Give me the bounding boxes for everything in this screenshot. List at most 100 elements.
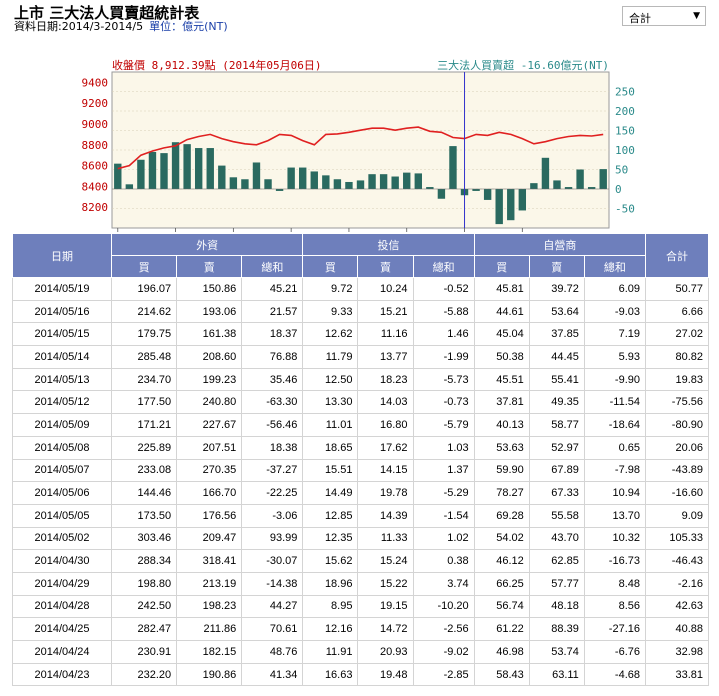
cell-total: 19.83 bbox=[645, 367, 709, 392]
cell-trust-sell: 15.21 bbox=[357, 299, 414, 324]
left-axis-ticks: 8200 8400 8600 8800 9000 9200 9400 bbox=[82, 76, 109, 214]
cell-foreign-sell: 270.35 bbox=[176, 458, 243, 483]
net-buy-bar bbox=[599, 169, 607, 189]
left-tick-label: 9200 bbox=[82, 97, 109, 110]
cell-trust-sell: 14.39 bbox=[357, 503, 414, 528]
sub-sell: 賣 bbox=[528, 255, 585, 278]
cell-dealer-sell: 88.39 bbox=[528, 617, 585, 641]
chevron-down-icon: ▼ bbox=[693, 11, 700, 21]
cell-trust-sell: 20.93 bbox=[357, 640, 414, 664]
cell-total: -80.90 bbox=[645, 413, 709, 437]
cell-trust-sell: 11.16 bbox=[357, 322, 414, 347]
cell-dealer-buy: 45.81 bbox=[473, 277, 530, 301]
net-buy-bar bbox=[183, 144, 191, 189]
net-buy-bar bbox=[310, 171, 318, 189]
cell-dealer-net: 8.48 bbox=[583, 571, 647, 596]
cell-total: 9.09 bbox=[645, 503, 709, 528]
cell-trust-buy: 12.35 bbox=[302, 526, 359, 551]
cell-dealer-sell: 62.85 bbox=[528, 549, 585, 573]
cell-trust-buy: 9.33 bbox=[302, 299, 359, 324]
table-row: 2014/05/09 171.21 227.67 -56.46 11.01 16.80 -5… bbox=[12, 413, 709, 437]
cell-foreign-buy: 288.34 bbox=[110, 549, 178, 573]
cell-foreign-net: 45.21 bbox=[241, 277, 304, 301]
net-buy-bar bbox=[322, 175, 330, 189]
cell-foreign-buy: 196.07 bbox=[110, 277, 178, 301]
net-buy-bar bbox=[391, 176, 399, 189]
cell-total: -75.56 bbox=[645, 390, 709, 415]
cell-foreign-sell: 209.47 bbox=[176, 526, 243, 551]
cell-trust-buy: 11.91 bbox=[302, 640, 359, 664]
cell-dealer-net: -18.64 bbox=[583, 413, 647, 437]
cell-foreign-net: 70.61 bbox=[241, 617, 304, 641]
cell-total: 33.81 bbox=[645, 662, 709, 687]
cell-foreign-buy: 225.89 bbox=[110, 435, 178, 460]
cell-dealer-sell: 63.11 bbox=[528, 662, 585, 687]
cell-trust-buy: 15.62 bbox=[302, 549, 359, 573]
date-range-label: 資料日期:2014/3-2014/5 bbox=[14, 20, 144, 33]
cell-total: 40.88 bbox=[645, 617, 709, 641]
cell-dealer-buy: 40.13 bbox=[473, 413, 530, 437]
cell-dealer-sell: 49.35 bbox=[528, 390, 585, 415]
right-tick-label: 0 bbox=[615, 183, 622, 196]
cell-dealer-net: 0.65 bbox=[583, 435, 647, 460]
table-row: 2014/05/15 179.75 161.38 18.37 12.62 11.16 1.4… bbox=[12, 322, 709, 347]
cell-dealer-buy: 69.28 bbox=[473, 503, 530, 528]
cell-foreign-buy: 303.46 bbox=[110, 526, 178, 551]
cell-date: 2014/04/30 bbox=[12, 549, 112, 573]
cell-total: 27.02 bbox=[645, 322, 709, 347]
sub-net: 總和 bbox=[583, 255, 647, 278]
select-value: 合計 bbox=[629, 12, 651, 25]
table-row: 2014/05/06 144.46 166.70 -22.25 14.49 19.78 -5… bbox=[12, 481, 709, 505]
cell-trust-net: -10.20 bbox=[412, 594, 475, 619]
cell-trust-sell: 13.77 bbox=[357, 345, 414, 369]
cell-foreign-buy: 171.21 bbox=[110, 413, 178, 437]
cell-date: 2014/04/23 bbox=[12, 662, 112, 687]
net-buy-bar bbox=[137, 159, 145, 189]
cell-dealer-buy: 46.12 bbox=[473, 549, 530, 573]
cell-foreign-buy: 144.46 bbox=[110, 481, 178, 505]
cell-trust-buy: 12.62 bbox=[302, 322, 359, 347]
net-buy-bar bbox=[368, 174, 376, 189]
table-row: 2014/04/25 282.47 211.86 70.61 12.16 14.72 -2.… bbox=[12, 617, 709, 641]
cell-date: 2014/04/25 bbox=[12, 617, 112, 641]
investor-type-select[interactable]: 合計 ▼ bbox=[622, 6, 706, 26]
cell-total: 32.98 bbox=[645, 640, 709, 664]
net-buy-bar bbox=[160, 153, 168, 189]
net-buy-bar bbox=[356, 180, 365, 189]
cell-date: 2014/05/12 bbox=[12, 390, 112, 415]
cell-foreign-net: 48.76 bbox=[241, 640, 304, 664]
cell-foreign-sell: 176.56 bbox=[176, 503, 243, 528]
net-buy-bar bbox=[518, 189, 527, 211]
cell-foreign-buy: 233.08 bbox=[110, 458, 178, 483]
cell-date: 2014/04/28 bbox=[12, 594, 112, 619]
table-row: 2014/05/12 177.50 240.80 -63.30 13.30 14.03 -0… bbox=[12, 390, 709, 415]
cell-trust-buy: 16.63 bbox=[302, 662, 359, 687]
cell-dealer-buy: 45.51 bbox=[473, 367, 530, 392]
net-buy-bar bbox=[414, 173, 422, 189]
cell-foreign-net: 18.37 bbox=[241, 322, 304, 347]
cell-date: 2014/05/13 bbox=[12, 367, 112, 392]
net-buy-bar bbox=[218, 165, 226, 189]
cell-foreign-buy: 285.48 bbox=[110, 345, 178, 369]
right-tick-label: -50 bbox=[615, 203, 635, 216]
cell-total: 50.77 bbox=[645, 277, 709, 301]
cell-dealer-sell: 55.41 bbox=[528, 367, 585, 392]
cell-foreign-buy: 214.62 bbox=[110, 299, 178, 324]
cell-foreign-sell: 150.86 bbox=[176, 277, 243, 301]
cell-trust-buy: 9.72 bbox=[302, 277, 359, 301]
net-buy-bar bbox=[449, 146, 457, 189]
cell-trust-net: -5.79 bbox=[412, 413, 475, 437]
cell-foreign-net: -14.38 bbox=[241, 571, 304, 596]
cell-dealer-net: 5.93 bbox=[583, 345, 647, 369]
net-buy-bar bbox=[553, 180, 561, 189]
cell-foreign-buy: 179.75 bbox=[110, 322, 178, 347]
table-row: 2014/05/14 285.48 208.60 76.88 11.79 13.77 -1.… bbox=[12, 345, 709, 369]
cell-foreign-sell: 161.38 bbox=[176, 322, 243, 347]
cell-foreign-buy: 177.50 bbox=[110, 390, 178, 415]
cell-foreign-net: -3.06 bbox=[241, 503, 304, 528]
cell-trust-buy: 11.01 bbox=[302, 413, 359, 437]
cell-total: -16.60 bbox=[645, 481, 709, 505]
right-tick-label: 100 bbox=[615, 144, 635, 157]
left-tick-label: 8400 bbox=[82, 180, 109, 193]
cell-total: 105.33 bbox=[645, 526, 709, 551]
